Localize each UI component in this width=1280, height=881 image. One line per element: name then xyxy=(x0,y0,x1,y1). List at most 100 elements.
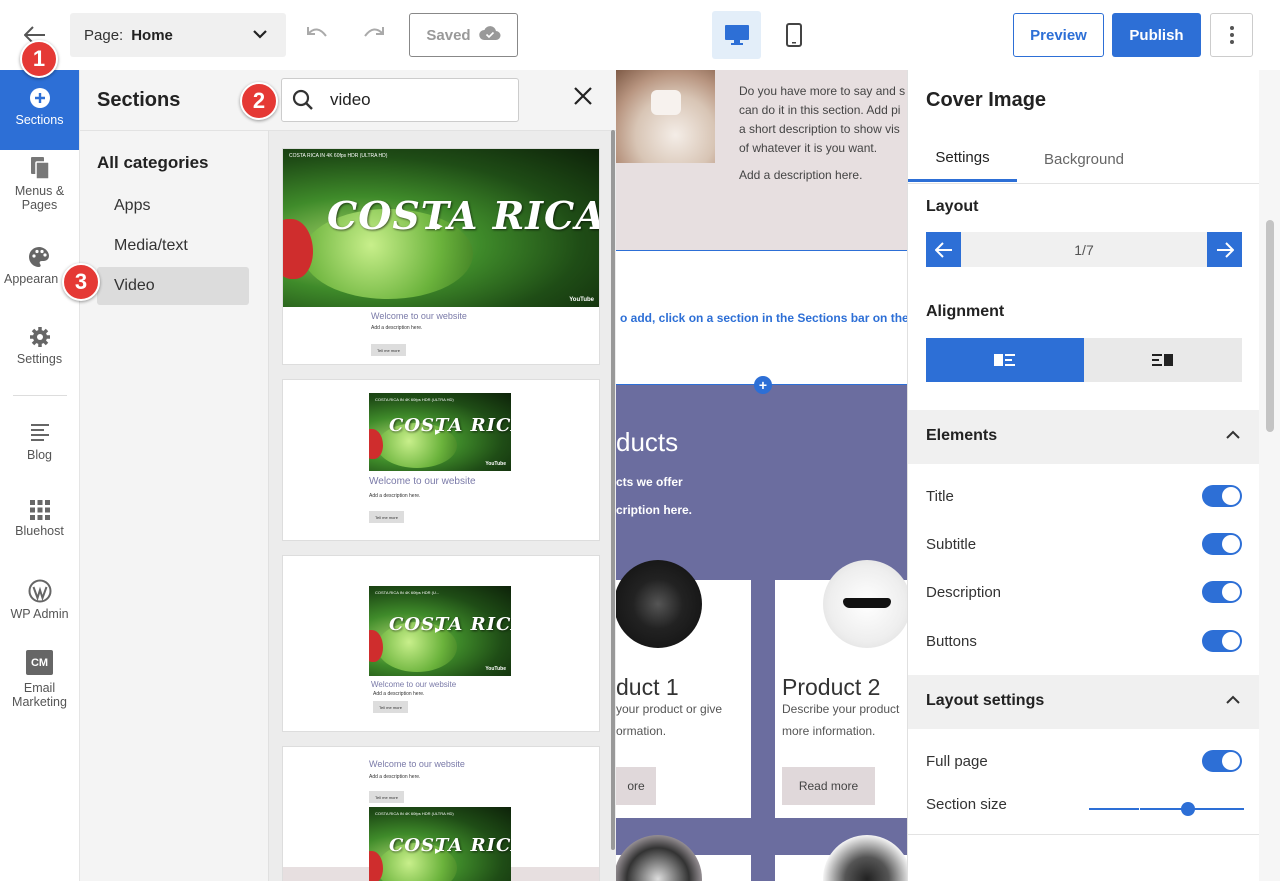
thumb-welcome: Welcome to our website xyxy=(369,476,476,487)
nav-menus-pages[interactable]: Menus & Pages xyxy=(0,156,79,226)
page-selector[interactable]: Page: Home xyxy=(70,13,286,57)
category-video[interactable]: Video xyxy=(97,267,249,305)
alignment-label: Alignment xyxy=(926,303,1005,320)
wordpress-icon xyxy=(28,579,51,603)
category-media-text[interactable]: Media/text xyxy=(97,227,249,265)
cafe-image xyxy=(616,70,715,163)
products-section[interactable]: ducts cts we offer cription here. duct 1… xyxy=(616,385,907,881)
video-topline: COSTA RICA IN 4K 60fps HDR (ULTRA HD) xyxy=(375,397,454,402)
saved-status-button[interactable]: Saved xyxy=(409,13,518,57)
play-icon[interactable]: ▶ xyxy=(435,626,440,634)
sections-search[interactable] xyxy=(281,78,519,122)
close-icon[interactable] xyxy=(573,86,597,110)
read-more-button[interactable]: Read more xyxy=(782,767,875,805)
category-apps[interactable]: Apps xyxy=(97,187,249,225)
add-section-icon[interactable]: + xyxy=(754,376,772,394)
nav-menus-label-1: Menus & xyxy=(14,184,65,198)
section-thumbnail[interactable]: COSTA RICA IN 4K 60fps HDR (ULTRA HD) CO… xyxy=(282,148,600,365)
redo-button[interactable] xyxy=(361,22,391,48)
more-options-icon[interactable] xyxy=(1210,13,1253,57)
product-card[interactable] xyxy=(616,835,751,881)
empty-section-placeholder[interactable]: o add, click on a section in the Section… xyxy=(616,250,907,385)
product-card[interactable] xyxy=(775,835,907,881)
section-size-slider[interactable] xyxy=(1089,802,1244,816)
toggle-switch[interactable] xyxy=(1202,485,1242,507)
arrow-left-icon xyxy=(934,241,952,258)
section-thumbnail[interactable]: COSTA RICA IN 4K 60fps HDR (ULTRA HD) CO… xyxy=(282,379,600,541)
intro-line: a short description to show vis xyxy=(739,122,900,136)
product-card[interactable]: Product 2 Describe your product more inf… xyxy=(775,560,907,818)
slider-thumb[interactable] xyxy=(1181,802,1195,816)
nav-wp-admin[interactable]: WP Admin xyxy=(0,579,79,629)
section-thumbnail[interactable]: Welcome to our website Add a description… xyxy=(282,746,600,881)
tab-settings[interactable]: Settings xyxy=(908,136,1017,182)
products-title: ducts xyxy=(616,427,679,457)
video-topline: COSTA RICA IN 4K 60fps HDR (U... xyxy=(375,590,440,595)
video-title: COSTA RICA xyxy=(327,193,599,238)
left-navigation: Sections Menus & Pages Appearan Settings… xyxy=(0,70,80,881)
properties-scrollbar[interactable] xyxy=(1259,70,1280,881)
thumb-desc: Add a description here. xyxy=(371,325,423,331)
nav-sections[interactable]: Sections xyxy=(0,70,79,150)
saved-label: Saved xyxy=(426,26,471,44)
product-desc-line: ormation. xyxy=(616,724,667,738)
chevron-up-icon xyxy=(1226,430,1240,439)
nav-email-marketing[interactable]: CM Email Marketing xyxy=(0,650,79,720)
align-left-button[interactable] xyxy=(926,338,1084,382)
thumb-welcome: Welcome to our website xyxy=(371,680,457,689)
grid-icon xyxy=(29,500,50,520)
thumb-desc: Add a description here. xyxy=(369,774,421,780)
empty-section-message: o add, click on a section in the Section… xyxy=(620,311,907,325)
toggle-switch[interactable] xyxy=(1202,630,1242,652)
toggle-switch[interactable] xyxy=(1202,581,1242,603)
search-input[interactable] xyxy=(330,90,500,110)
category-list: All categories Apps Media/text Video xyxy=(80,130,268,881)
elements-header[interactable]: Elements xyxy=(908,410,1260,464)
video-title: COSTA RICA xyxy=(389,835,511,856)
desktop-icon xyxy=(724,25,749,45)
product-title: duct 1 xyxy=(616,674,679,700)
layout-prev-button[interactable] xyxy=(926,232,961,267)
sections-panel-title: Sections xyxy=(97,89,181,111)
align-left-icon xyxy=(994,354,1015,366)
section-thumbnail[interactable]: COSTA RICA IN 4K 60fps HDR (U... COSTA R… xyxy=(282,555,600,732)
play-icon[interactable]: ▶ xyxy=(435,847,440,855)
panel-scrollbar[interactable] xyxy=(611,130,615,850)
preview-button[interactable]: Preview xyxy=(1013,13,1104,57)
intro-section[interactable]: Do you have more to say and s can do it … xyxy=(616,70,907,250)
palette-icon xyxy=(29,247,49,267)
element-toggle-description: Description xyxy=(926,581,1242,605)
align-right-button[interactable] xyxy=(1084,338,1242,382)
nav-settings[interactable]: Settings xyxy=(0,326,79,376)
desktop-view-button[interactable] xyxy=(712,11,761,59)
nav-bluehost[interactable]: Bluehost xyxy=(0,500,79,550)
video-topline: COSTA RICA IN 4K 60fps HDR (ULTRA HD) xyxy=(375,811,454,816)
toggle-label: Buttons xyxy=(926,633,977,650)
full-page-toggle[interactable] xyxy=(1202,750,1242,772)
step-marker-3: 3 xyxy=(62,263,100,301)
toggle-switch[interactable] xyxy=(1202,533,1242,555)
element-toggle-buttons: Buttons xyxy=(926,630,1242,654)
pages-icon xyxy=(30,157,50,180)
intro-line: can do it in this section. Add pi xyxy=(739,103,901,117)
nav-blog[interactable]: Blog xyxy=(0,422,79,472)
video-title: COSTA RICA xyxy=(389,614,511,635)
sections-panel: Sections All categories Apps Media/text … xyxy=(80,70,616,881)
product-card[interactable]: duct 1 your product or give ormation. or… xyxy=(616,560,751,818)
play-icon[interactable]: ▶ xyxy=(435,428,440,436)
undo-button[interactable] xyxy=(304,22,334,48)
tab-background[interactable]: Background xyxy=(1027,136,1141,182)
layout-next-button[interactable] xyxy=(1207,232,1242,267)
mobile-view-button[interactable] xyxy=(771,11,817,59)
all-categories-heading[interactable]: All categories xyxy=(97,153,209,173)
thumb-welcome: Welcome to our website xyxy=(371,311,467,321)
toggle-label: Description xyxy=(926,584,1002,601)
phone-image xyxy=(616,835,702,881)
search-icon xyxy=(292,89,313,110)
play-icon[interactable]: ▶ xyxy=(435,221,443,232)
layout-settings-header[interactable]: Layout settings xyxy=(908,675,1260,729)
publish-button[interactable]: Publish xyxy=(1112,13,1201,57)
full-page-label: Full page xyxy=(926,753,988,770)
product-title: Product 2 xyxy=(782,674,881,700)
read-more-button[interactable]: ore xyxy=(616,767,656,805)
